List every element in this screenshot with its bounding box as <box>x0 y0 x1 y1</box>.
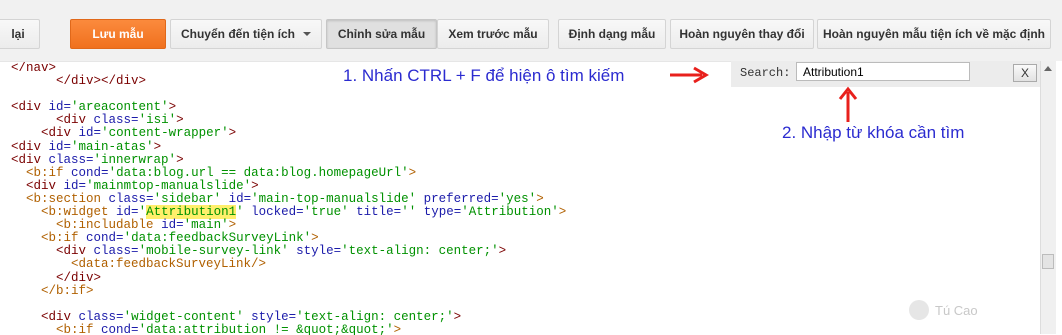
scrollbar-thumb[interactable] <box>1042 254 1054 269</box>
arrow-up-icon <box>838 86 858 122</box>
scroll-up-icon[interactable] <box>1044 66 1052 71</box>
search-label: Search: <box>740 66 791 80</box>
search-input[interactable] <box>796 62 970 81</box>
back-button[interactable]: lại <box>0 19 40 49</box>
template-code: </nav> </div></div> <div id='areacontent… <box>11 61 567 335</box>
jump-to-widget-dropdown[interactable]: Chuyển đến tiện ích <box>170 19 322 49</box>
arrow-right-icon <box>670 66 709 84</box>
save-template-button[interactable]: Lưu mẫu <box>70 19 166 49</box>
toolbar: lại Lưu mẫu Chuyển đến tiện ích Chỉnh sử… <box>0 0 1062 61</box>
format-template-button[interactable]: Định dạng mẫu <box>558 19 666 49</box>
revert-widgets-default-button[interactable]: Hoàn nguyên mẫu tiện ích về mặc định <box>817 19 1051 49</box>
annotation-step2: 2. Nhập từ khóa cần tìm <box>782 123 965 142</box>
revert-changes-button[interactable]: Hoàn nguyên thay đổi <box>670 19 814 49</box>
code-editor[interactable]: </nav> </div></div> <div id='areacontent… <box>0 61 1040 335</box>
annotation-step1: 1. Nhấn CTRL + F để hiện ô tìm kiếm <box>343 66 625 85</box>
chevron-down-icon <box>303 32 311 36</box>
vertical-scrollbar[interactable] <box>1040 61 1056 334</box>
close-search-button[interactable]: X <box>1013 64 1037 82</box>
preview-template-tab[interactable]: Xem trước mẫu <box>437 19 549 49</box>
watermark: Tú Cao <box>909 300 978 320</box>
edit-template-tab[interactable]: Chỉnh sửa mẫu <box>326 19 437 49</box>
avatar-icon <box>909 300 929 320</box>
search-bar: Search: X <box>731 61 1040 87</box>
